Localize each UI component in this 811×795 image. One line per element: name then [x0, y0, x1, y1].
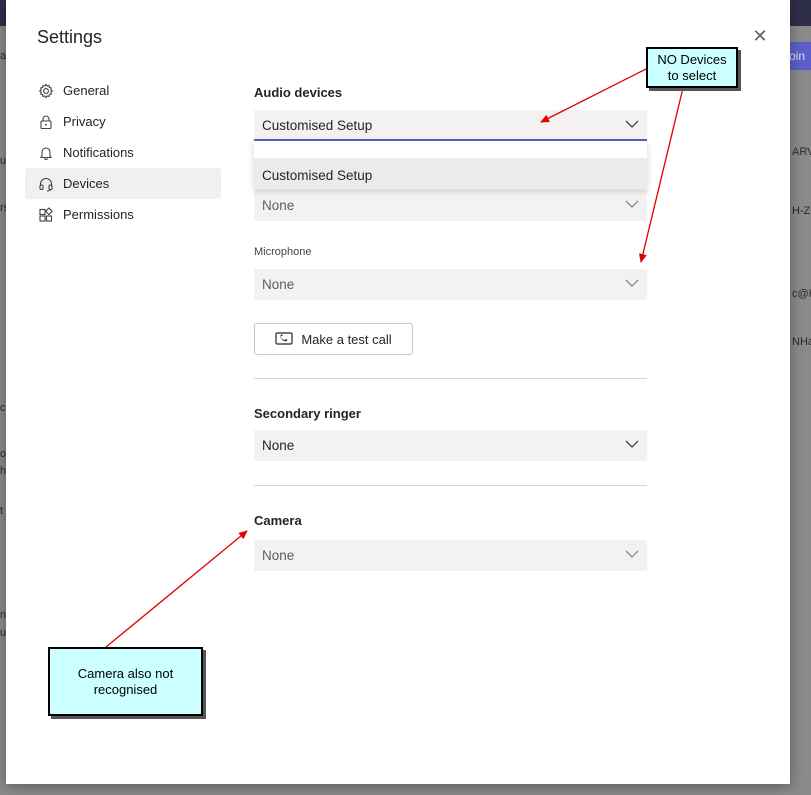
test-call-icon [275, 332, 293, 345]
audio-devices-select[interactable]: Customised Setup [254, 110, 647, 141]
apps-icon [37, 206, 55, 224]
sidebar-item-devices[interactable]: Devices [25, 168, 221, 199]
callout-text: NO Devices [657, 52, 727, 67]
section-divider [254, 378, 647, 379]
button-label: Make a test call [301, 331, 392, 347]
chevron-down-icon [625, 120, 639, 128]
chevron-down-icon [625, 550, 639, 558]
chevron-down-icon [625, 279, 639, 287]
microphone-label: Microphone [254, 246, 312, 258]
sidebar-item-privacy[interactable]: Privacy [25, 106, 221, 137]
audio-devices-title: Audio devices [254, 85, 343, 100]
close-icon[interactable]: ✕ [750, 26, 770, 46]
dialog-title: Settings [37, 27, 103, 47]
select-value: None [262, 438, 295, 453]
select-value: None [262, 277, 295, 292]
secondary-ringer-select[interactable]: None [254, 430, 647, 461]
sidebar-item-notifications[interactable]: Notifications [25, 137, 221, 168]
settings-sidebar: General Privacy Notifications Devices Pe… [25, 75, 221, 230]
lock-icon [37, 113, 55, 131]
sidebar-item-permissions[interactable]: Permissions [25, 199, 221, 230]
camera-title: Camera [254, 513, 302, 528]
background-text-fragment: t [0, 505, 4, 517]
chevron-down-icon [625, 200, 639, 208]
background-text-fragment: ARV [792, 146, 811, 158]
microphone-select[interactable]: None [254, 269, 647, 300]
background-text-fragment: H-Z [792, 205, 811, 217]
select-value: Customised Setup [262, 118, 373, 133]
gear-icon [37, 82, 55, 100]
sidebar-item-label: Permissions [63, 207, 134, 222]
callout-no-devices: NO Devices to select [646, 47, 738, 88]
sidebar-item-label: General [63, 83, 110, 98]
headset-icon [37, 175, 55, 193]
background-text-fragment: c@H [792, 288, 811, 300]
section-divider [254, 485, 647, 486]
select-value: None [262, 548, 295, 563]
make-test-call-button[interactable]: Make a test call [254, 323, 413, 355]
dropdown-option[interactable]: Customised Setup [254, 158, 647, 189]
callout-text: to select [667, 68, 717, 83]
audio-devices-dropdown: Customised Setup [254, 141, 647, 189]
background-text-fragment: NHa [792, 336, 811, 348]
camera-select[interactable]: None [254, 540, 647, 571]
bell-icon [37, 144, 55, 162]
sidebar-item-general[interactable]: General [25, 75, 221, 106]
sidebar-item-label: Privacy [63, 114, 106, 129]
chevron-down-icon [625, 440, 639, 448]
callout-camera: Camera also not recognised [48, 647, 203, 716]
callout-text: recognised [93, 682, 158, 697]
sidebar-item-label: Notifications [63, 145, 134, 160]
background-text-fragment: c [0, 402, 6, 414]
secondary-ringer-title: Secondary ringer [254, 406, 361, 421]
sidebar-item-label: Devices [63, 176, 110, 191]
callout-text: Camera also not [77, 666, 174, 681]
speaker-select[interactable]: None [254, 190, 647, 221]
select-value: None [262, 198, 295, 213]
